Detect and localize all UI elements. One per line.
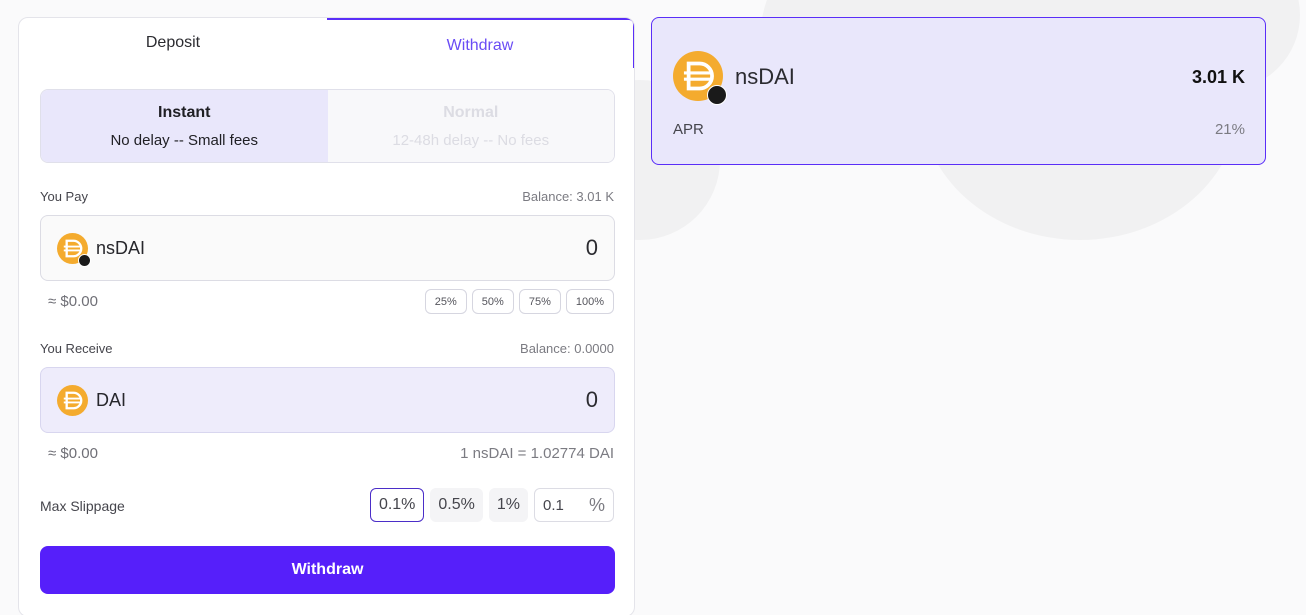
slippage-options: 0.1% 0.5% 1% % (369, 488, 614, 522)
receive-token-name: DAI (96, 389, 127, 410)
percent-buttons: 25% 50% 75% 100% (424, 289, 614, 314)
swap-panel: Deposit Withdraw Instant No delay -- Sma… (18, 17, 635, 615)
dai-token-icon (57, 384, 88, 416)
receive-label: You Receive (40, 341, 113, 356)
pay-amount-input[interactable]: 0 (586, 235, 598, 261)
nsdai-token-icon (673, 51, 727, 105)
mode-normal-title: Normal (443, 103, 499, 121)
pay-token-name: nsDAI (96, 237, 146, 258)
slippage-label: Max Slippage (40, 498, 125, 514)
slippage-0-5-button[interactable]: 0.5% (430, 488, 483, 522)
savings-badge-icon (707, 85, 727, 105)
savings-badge-icon (78, 253, 91, 267)
pay-usd-value: ≈ $0.00 (48, 293, 98, 310)
mode-instant[interactable]: Instant No delay -- Small fees (41, 90, 328, 162)
card-balance: 3.01 K (1191, 67, 1245, 87)
exchange-rate: 1 nsDAI = 1.02774 DAI (460, 445, 614, 462)
receive-amount-field: DAI 0 (40, 367, 615, 433)
mode-normal-subtitle: 12-48h delay -- No fees (392, 131, 550, 149)
pay-balance: Balance: 3.01 K (522, 189, 614, 204)
apr-label: APR (673, 121, 704, 138)
tab-bar: Deposit Withdraw (19, 18, 634, 68)
slippage-0-1-button[interactable]: 0.1% (369, 488, 425, 522)
slippage-custom-field[interactable]: % (534, 488, 614, 522)
apr-value: 21% (1214, 121, 1245, 138)
percent-50-button[interactable]: 50% (471, 289, 514, 314)
withdraw-button[interactable]: Withdraw (40, 546, 615, 594)
slippage-custom-input[interactable] (543, 496, 583, 514)
mode-instant-title: Instant (158, 103, 211, 121)
pay-label: You Pay (40, 189, 88, 204)
slippage-1-button[interactable]: 1% (488, 488, 528, 522)
nsdai-token-icon (57, 232, 91, 267)
percent-100-button[interactable]: 100% (565, 289, 614, 314)
tab-withdraw[interactable]: Withdraw (327, 18, 634, 68)
withdraw-mode-selector: Instant No delay -- Small fees Normal 12… (40, 89, 615, 163)
mode-instant-subtitle: No delay -- Small fees (110, 131, 259, 149)
receive-balance: Balance: 0.0000 (520, 341, 614, 356)
percent-25-button[interactable]: 25% (424, 289, 467, 314)
mode-normal[interactable]: Normal 12-48h delay -- No fees (327, 90, 614, 162)
pay-amount-field[interactable]: nsDAI 0 (40, 215, 615, 281)
token-info-card[interactable]: nsDAI 3.01 K APR 21% (651, 17, 1266, 165)
card-token-name: nsDAI (735, 64, 795, 89)
percent-75-button[interactable]: 75% (518, 289, 561, 314)
card-token-icon-wrap (673, 51, 727, 105)
receive-usd-value: ≈ $0.00 (48, 445, 98, 462)
slippage-unit: % (588, 494, 605, 515)
tab-deposit[interactable]: Deposit (19, 18, 327, 68)
receive-amount-value: 0 (585, 387, 598, 412)
